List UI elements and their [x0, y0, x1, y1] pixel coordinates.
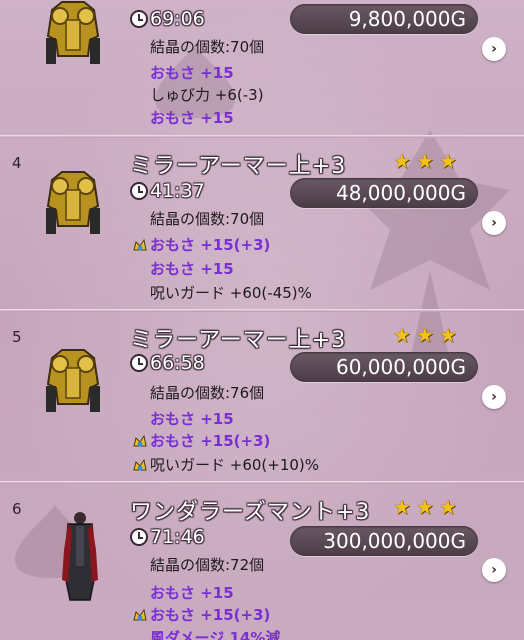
star-icon: ★ — [416, 149, 434, 173]
star-rating: ★ ★ ★ — [393, 497, 459, 517]
alchemy-badge-icon — [133, 608, 147, 621]
crystal-count: 結晶の個数:72個 — [150, 556, 265, 574]
star-icon: ★ — [393, 495, 411, 519]
item-name: ワンダラーズマント+3 — [130, 500, 371, 525]
star-icon: ★ — [439, 149, 457, 173]
attribute-line: 呪いガード +60(+10)% — [132, 454, 319, 475]
attribute-line: 風ダメージ 14%減 — [150, 629, 281, 640]
attribute-line: しゅび力 +6(-3) — [150, 86, 264, 104]
attribute-line: おもさ +15 — [150, 64, 234, 82]
attribute-line: おもさ +15(+3) — [132, 234, 270, 255]
crystal-count: 結晶の個数:70個 — [150, 210, 265, 228]
price-display: 300,000,000G — [290, 526, 478, 556]
star-rating: ★ ★ ★ — [393, 325, 459, 345]
attribute-text: おもさ +15(+3) — [150, 606, 271, 624]
price-display: 9,800,000G — [290, 4, 478, 34]
market-row[interactable]: 6 ワンダラーズマント+3 ★ ★ ★ 71:46 300,000,000G 結… — [0, 484, 524, 640]
attribute-text: おもさ +15(+3) — [150, 432, 271, 450]
row-detail-button[interactable]: › — [482, 37, 506, 61]
time-remaining: 41:37 — [130, 180, 205, 202]
row-detail-button[interactable]: › — [482, 211, 506, 235]
attribute-line: おもさ +15 — [150, 584, 234, 602]
timer-value: 66:58 — [150, 352, 205, 374]
crystal-count: 結晶の個数:70個 — [150, 38, 265, 56]
market-list: 69:06 9,800,000G 結晶の個数:70個 おもさ +15 しゅび力 … — [0, 0, 524, 640]
cloak-icon — [62, 512, 98, 601]
row-number: 6 — [12, 500, 22, 518]
star-icon: ★ — [439, 323, 457, 347]
price-display: 60,000,000G — [290, 352, 478, 382]
chevron-right-icon: › — [491, 562, 497, 578]
clock-icon — [130, 182, 148, 200]
attribute-text: 呪いガード +60(+10)% — [150, 456, 320, 474]
row-number: 4 — [12, 154, 22, 172]
item-name: ミラーアーマー上+3 — [130, 154, 347, 179]
chevron-right-icon: › — [491, 215, 497, 231]
timer-value: 69:06 — [150, 8, 205, 30]
star-icon: ★ — [416, 323, 434, 347]
row-number: 5 — [12, 328, 22, 346]
clock-icon — [130, 528, 148, 546]
alchemy-badge-icon — [133, 458, 147, 471]
armor-icon — [46, 171, 100, 234]
market-row[interactable]: 4 ミラーアーマー上+3 ★ ★ ★ 41:37 48,000,000G 結晶の… — [0, 138, 524, 312]
item-name: ミラーアーマー上+3 — [130, 328, 347, 353]
star-icon: ★ — [416, 495, 434, 519]
alchemy-badge-icon — [133, 434, 147, 447]
alchemy-badge-icon — [133, 238, 147, 251]
armor-icon — [46, 349, 100, 412]
chevron-right-icon: › — [491, 41, 497, 57]
attribute-line: おもさ +15(+3) — [132, 604, 270, 625]
clock-icon — [130, 354, 148, 372]
time-remaining: 66:58 — [130, 352, 205, 374]
attribute-line: おもさ +15 — [150, 109, 234, 127]
price-display: 48,000,000G — [290, 178, 478, 208]
star-icon: ★ — [439, 495, 457, 519]
attribute-line: おもさ +15(+3) — [132, 430, 270, 451]
timer-value: 41:37 — [150, 180, 205, 202]
star-icon: ★ — [393, 149, 411, 173]
row-detail-button[interactable]: › — [482, 385, 506, 409]
timer-value: 71:46 — [150, 526, 205, 548]
time-remaining: 69:06 — [130, 8, 205, 30]
attribute-text: おもさ +15(+3) — [150, 236, 271, 254]
chevron-right-icon: › — [491, 389, 497, 405]
clock-icon — [130, 10, 148, 28]
star-icon: ★ — [393, 323, 411, 347]
attribute-line: おもさ +15 — [150, 410, 234, 428]
star-rating: ★ ★ ★ — [393, 151, 459, 171]
market-row[interactable]: 5 ミラーアーマー上+3 ★ ★ ★ 66:58 60,000,000G 結晶の… — [0, 312, 524, 484]
crystal-count: 結晶の個数:76個 — [150, 384, 265, 402]
row-detail-button[interactable]: › — [482, 558, 506, 582]
attribute-line: おもさ +15 — [150, 260, 234, 278]
market-row[interactable]: 69:06 9,800,000G 結晶の個数:70個 おもさ +15 しゅび力 … — [0, 0, 524, 138]
time-remaining: 71:46 — [130, 526, 205, 548]
attribute-line: 呪いガード +60(-45)% — [150, 284, 312, 302]
armor-icon — [46, 1, 100, 64]
